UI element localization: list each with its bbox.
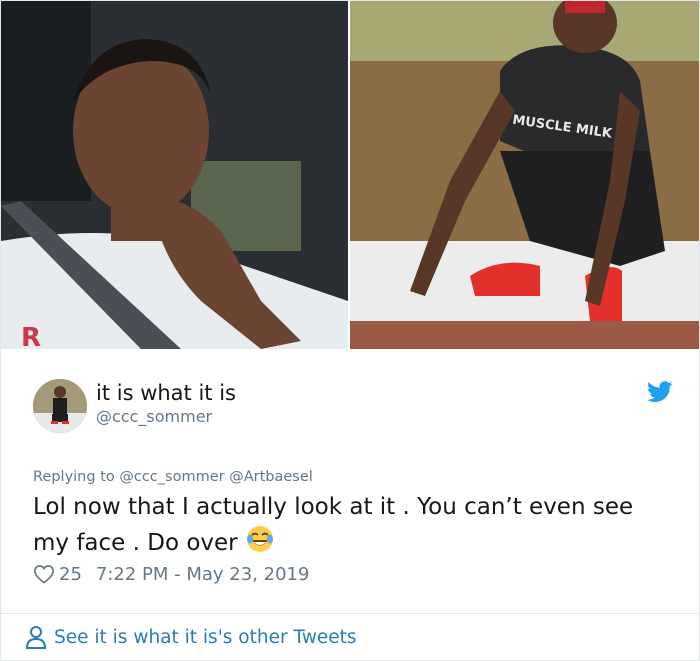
other-tweets-link[interactable]: See it is what it is's other Tweets: [25, 623, 357, 651]
mention-link[interactable]: @Artbaesel: [229, 469, 313, 485]
avatar[interactable]: [33, 379, 87, 433]
tweet-media: R MUSCLE MILK: [1, 1, 699, 349]
twitter-bird-icon[interactable]: [647, 381, 673, 403]
person-icon: [25, 626, 47, 649]
user-handle[interactable]: @ccc_sommer: [96, 407, 236, 427]
crouching-photo[interactable]: MUSCLE MILK: [350, 1, 699, 349]
replying-to: Replying to @ccc_sommer @Artbaesel: [33, 469, 313, 485]
mention-link[interactable]: @ccc_sommer: [119, 469, 224, 485]
other-tweets-label[interactable]: See it is what it is's other Tweets: [54, 627, 357, 648]
tweet-meta: 25 7:22 PM - May 23, 2019: [33, 561, 309, 587]
tweet-body: Lol now that I actually look at it . You…: [33, 494, 634, 556]
tweet-timestamp[interactable]: 7:22 PM - May 23, 2019: [96, 564, 310, 585]
divider: [1, 613, 699, 614]
tweet-text: Lol now that I actually look at it . You…: [33, 491, 673, 560]
tweet-card: R MUSCLE MILK it is what it is @ccc_somm…: [0, 0, 700, 661]
author-names: it is what it is @ccc_sommer: [96, 379, 236, 427]
like-count: 25: [59, 563, 82, 585]
replying-to-label: Replying to: [33, 469, 115, 485]
tweet-author: it is what it is @ccc_sommer: [33, 379, 673, 435]
shirt-letter: R: [21, 323, 41, 349]
selfie-photo[interactable]: R: [1, 1, 348, 349]
heart-icon[interactable]: [33, 564, 55, 584]
display-name[interactable]: it is what it is: [96, 379, 236, 407]
tears-of-joy-emoji-icon: [246, 526, 273, 552]
